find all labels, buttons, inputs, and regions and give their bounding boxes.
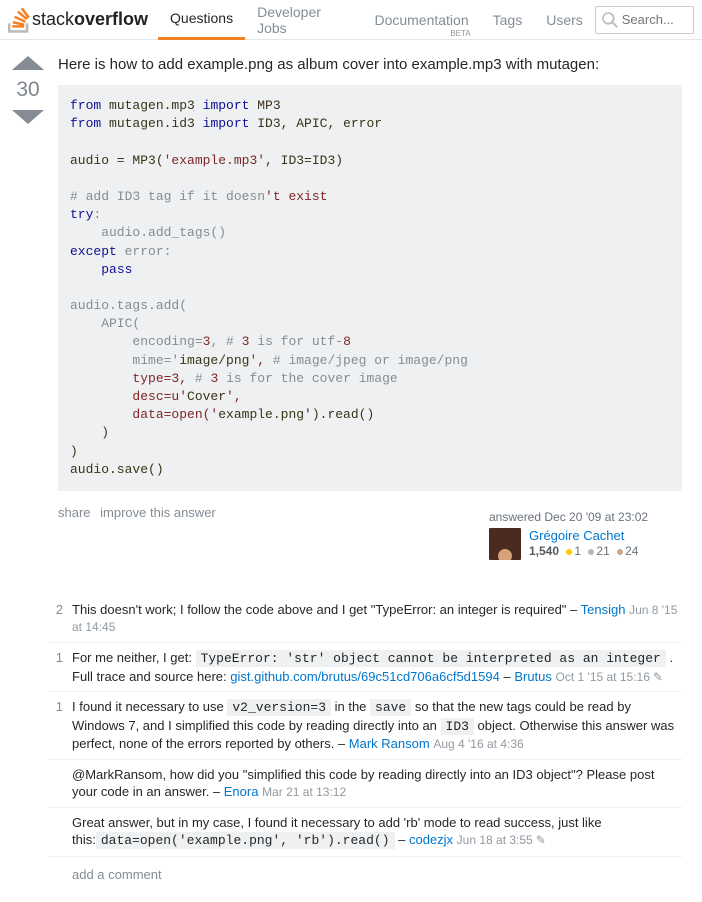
add-comment-link[interactable]: add a comment [72, 867, 162, 882]
comment-user-link[interactable]: Tensigh [581, 602, 626, 617]
comment: Great answer, but in my case, I found it… [48, 808, 682, 857]
vote-column: 30 [10, 56, 46, 567]
comment: 2This doesn't work; I follow the code ab… [48, 595, 682, 643]
nav: Questions Developer Jobs DocumentationBE… [158, 0, 595, 40]
search-box[interactable] [595, 6, 694, 34]
comment-body: @MarkRansom, how did you "simplified thi… [66, 766, 682, 801]
pencil-icon: ✎ [653, 670, 663, 684]
nav-users[interactable]: Users [534, 0, 595, 40]
share-link[interactable]: share [58, 505, 91, 520]
nav-developer-jobs[interactable]: Developer Jobs [245, 0, 362, 40]
comment: 1I found it necessary to use v2_version=… [48, 692, 682, 760]
logo[interactable]: stackoverflow [8, 7, 148, 33]
comment-user-link[interactable]: Mark Ransom [349, 736, 430, 751]
comment-body: Great answer, but in my case, I found it… [66, 814, 682, 850]
comment-score: 2 [48, 601, 66, 636]
comment-time: Jun 18 at 3:55 [457, 833, 533, 847]
comment-score: 1 [48, 698, 66, 753]
search-input[interactable] [622, 12, 682, 27]
inline-code: v2_version=3 [227, 699, 331, 716]
improve-link[interactable]: improve this answer [100, 505, 216, 520]
code-block: from mutagen.mp3 import MP3 from mutagen… [58, 85, 682, 491]
comment-user-link[interactable]: codezjx [409, 832, 453, 847]
comment-time: Mar 21 at 13:12 [262, 785, 346, 799]
answer: 30 Here is how to add example.png as alb… [0, 40, 702, 577]
logo-text: stackoverflow [32, 9, 148, 30]
inline-code: ID3 [441, 718, 474, 735]
answer-text: Here is how to add example.png as album … [58, 56, 682, 73]
search-icon [602, 12, 618, 28]
comment-user-link[interactable]: Enora [224, 784, 259, 799]
nav-documentation[interactable]: DocumentationBETA [362, 0, 480, 40]
user-card: answered Dec 20 '09 at 23:02 Grégoire Ca… [482, 505, 682, 567]
pencil-icon: ✎ [536, 833, 546, 847]
gold-badge-icon [566, 549, 572, 555]
vote-score: 30 [16, 78, 39, 102]
comment: @MarkRansom, how did you "simplified thi… [48, 760, 682, 808]
user-link[interactable]: Grégoire Cachet [529, 528, 624, 543]
reputation: 1,540 1 21 24 [529, 544, 638, 558]
post-menu: share improve this answer answered Dec 2… [58, 505, 682, 567]
comments: 2This doesn't work; I follow the code ab… [48, 595, 702, 857]
inline-code: data=open('example.png', 'rb').read() [96, 832, 395, 849]
comment-score: 1 [48, 649, 66, 685]
comment: 1For me neither, I get: TypeError: 'str'… [48, 643, 682, 692]
silver-badge-icon [588, 549, 594, 555]
avatar[interactable] [489, 528, 521, 560]
comment-score [48, 766, 66, 801]
bronze-badge-icon [617, 549, 623, 555]
post-body: Here is how to add example.png as album … [58, 56, 682, 567]
comment-link[interactable]: gist.github.com/brutus/69c51cd706a6cf5d1… [230, 669, 500, 684]
topbar: stackoverflow Questions Developer Jobs D… [0, 0, 702, 40]
downvote-button[interactable] [12, 110, 44, 124]
comment-body: This doesn't work; I follow the code abo… [66, 601, 682, 636]
inline-code: TypeError: 'str' object cannot be interp… [196, 650, 666, 667]
upvote-button[interactable] [12, 56, 44, 70]
nav-questions[interactable]: Questions [158, 0, 245, 40]
comment-score [48, 814, 66, 850]
comment-user-link[interactable]: Brutus [514, 669, 552, 684]
nav-tags[interactable]: Tags [481, 0, 535, 40]
comment-body: I found it necessary to use v2_version=3… [66, 698, 682, 753]
answered-time: answered Dec 20 '09 at 23:02 [489, 510, 676, 524]
comment-time: Oct 1 '15 at 15:16 [556, 670, 650, 684]
stackoverflow-icon [8, 7, 30, 33]
inline-code: save [370, 699, 411, 716]
comment-time: Aug 4 '16 at 4:36 [433, 737, 523, 751]
comment-body: For me neither, I get: TypeError: 'str' … [66, 649, 682, 685]
